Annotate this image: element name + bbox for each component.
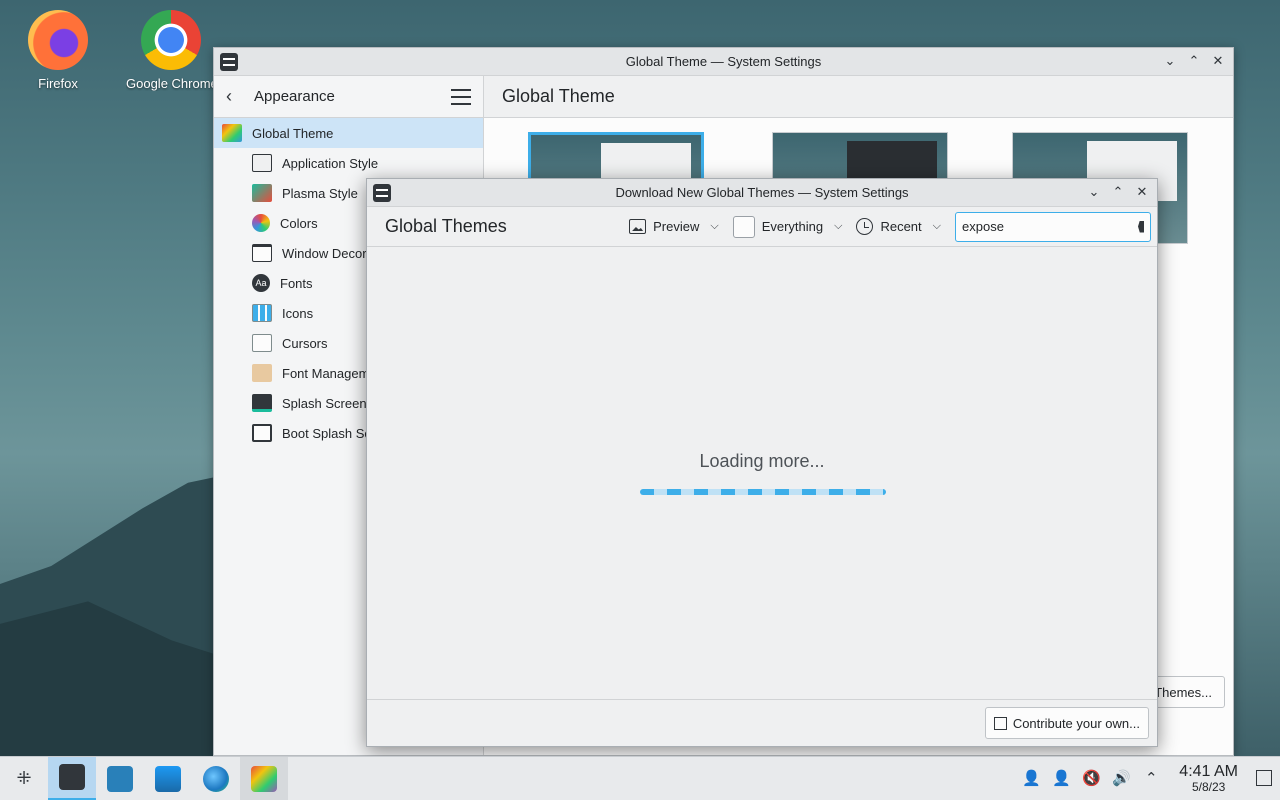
clear-text-icon[interactable]	[1138, 220, 1144, 233]
firefox-icon	[28, 10, 88, 70]
chrome-icon	[141, 10, 201, 70]
taskbar: ⁜ 👤 👤 🔇 🔊 ⌃ 4:41 AM 5/8/23	[0, 756, 1280, 800]
discover-store-icon	[107, 765, 133, 792]
clock-icon	[856, 218, 874, 235]
show-desktop-icon[interactable]	[1256, 770, 1272, 787]
clock-time: 4:41 AM	[1179, 762, 1238, 780]
dialog-window-title: Download New Global Themes — System Sett…	[615, 185, 909, 200]
taskbar-item-discover[interactable]	[96, 757, 144, 800]
image-icon	[629, 219, 647, 234]
content-title: Global Theme	[484, 76, 1233, 118]
sidebar-header: ‹ Appearance	[214, 76, 483, 118]
sidebar-item-label: Application Style	[282, 155, 379, 171]
chevron-down-icon: ⌄	[1164, 53, 1176, 68]
chevron-down-icon: ⌵	[834, 220, 843, 232]
contribute-label: Contribute your own...	[1012, 715, 1140, 731]
color-wheel-icon	[252, 214, 270, 232]
font-management-icon	[252, 364, 272, 382]
back-arrow-icon[interactable]: ‹	[226, 86, 248, 107]
sidebar-item-label: Splash Screen	[282, 395, 367, 411]
close-icon: ✕	[1212, 53, 1224, 68]
desktop-icon-firefox[interactable]: Firefox	[10, 10, 106, 91]
application-launcher[interactable]: ⁜	[0, 757, 48, 800]
dialog-toolbar: Global Themes Preview ⌵ Everything ⌵ Rec…	[367, 207, 1157, 247]
hamburger-menu-icon[interactable]	[451, 88, 471, 105]
taskbar-item-dolphin[interactable]	[144, 757, 192, 800]
sidebar-item-application-style[interactable]: Application Style	[214, 148, 483, 178]
sidebar-item-label: Fonts	[280, 275, 313, 291]
chevron-up-icon: ⌃	[1112, 184, 1124, 199]
filter-label: Everything	[761, 219, 824, 234]
sidebar-item-label: Cursors	[282, 335, 328, 351]
volume-icon[interactable]: 🔊	[1111, 768, 1131, 788]
taskbar-item-kvantum[interactable]	[240, 756, 288, 800]
close-button[interactable]: ✕	[1209, 52, 1227, 70]
desktop-icon-label: Firefox	[38, 76, 78, 91]
system-tray: 👤 👤 🔇 🔊 ⌃ 4:41 AM 5/8/23	[1021, 762, 1280, 794]
taskbar-item-browser[interactable]	[192, 757, 240, 800]
minimize-button[interactable]: ⌄	[1161, 52, 1179, 70]
brush-icon	[252, 154, 272, 172]
dialog-close-button[interactable]: ✕	[1133, 183, 1151, 201]
themes-list-area: Loading more...	[367, 247, 1157, 699]
search-box[interactable]	[955, 211, 1151, 242]
checkbox-icon	[732, 215, 755, 238]
splash-screen-icon	[252, 394, 272, 412]
sidebar-item-label: Plasma Style	[282, 185, 358, 201]
user-switch-icon[interactable]: 👤	[1051, 768, 1071, 788]
folder-icon	[155, 765, 181, 792]
system-settings-icon	[59, 764, 85, 790]
monitor-icon	[252, 424, 272, 442]
maximize-button[interactable]: ⌃	[1185, 52, 1203, 70]
main-window-title: Global Theme — System Settings	[625, 54, 822, 69]
cursor-icon	[252, 334, 272, 352]
dialog-footer: Contribute your own...	[367, 699, 1157, 746]
sidebar-item-global-theme[interactable]: Global Theme	[214, 118, 483, 148]
sidebar-item-label: Global Theme	[252, 125, 334, 141]
global-theme-icon	[222, 124, 242, 142]
upload-image-icon	[993, 716, 1007, 730]
sidebar-item-label: Icons	[282, 305, 314, 321]
icons-icon	[252, 304, 272, 322]
dialog-heading: Global Themes	[385, 216, 507, 236]
close-icon: ✕	[1136, 184, 1148, 199]
loading-message: Loading more...	[699, 451, 825, 471]
search-input[interactable]	[962, 219, 1138, 234]
sort-dropdown[interactable]: Recent ⌵	[856, 218, 941, 235]
clock-date: 5/8/23	[1191, 779, 1226, 794]
window-decoration-icon	[252, 244, 272, 262]
user-icon[interactable]: 👤	[1021, 768, 1041, 788]
contribute-button[interactable]: Contribute your own...	[984, 707, 1149, 739]
digital-clock[interactable]: 4:41 AM 5/8/23	[1171, 762, 1246, 794]
settings-app-icon[interactable]	[373, 184, 391, 202]
dialog-minimize-button[interactable]: ⌄	[1085, 183, 1103, 201]
sidebar-item-label: Colors	[280, 215, 318, 231]
fonts-icon: Aa	[252, 274, 270, 292]
sort-label: Recent	[880, 219, 922, 234]
chevron-down-icon: ⌵	[932, 220, 941, 232]
plasma-style-icon	[252, 184, 272, 202]
kvantum-icon	[251, 765, 277, 792]
filter-dropdown[interactable]: Everything ⌵	[732, 215, 843, 238]
view-mode-dropdown[interactable]: Preview ⌵	[629, 219, 719, 234]
chevron-down-icon: ⌵	[710, 220, 719, 232]
globe-icon	[203, 765, 229, 792]
download-themes-dialog: Download New Global Themes — System Sett…	[366, 178, 1158, 747]
launcher-icon: ⁜	[16, 768, 32, 788]
dialog-maximize-button[interactable]: ⌃	[1109, 183, 1127, 201]
dialog-titlebar[interactable]: Download New Global Themes — System Sett…	[367, 179, 1157, 207]
chevron-down-icon: ⌄	[1088, 184, 1100, 199]
chevron-up-icon: ⌃	[1188, 53, 1200, 68]
chevron-up-icon[interactable]: ⌃	[1141, 768, 1161, 788]
sidebar-title: Appearance	[254, 88, 335, 105]
view-mode-label: Preview	[653, 219, 700, 234]
desktop-icon-label: Google Chrome	[126, 76, 216, 91]
desktop-icon-chrome[interactable]: Google Chrome	[126, 10, 216, 91]
settings-app-icon[interactable]	[220, 53, 238, 71]
main-titlebar[interactable]: Global Theme — System Settings ⌄ ⌃ ✕	[214, 48, 1233, 76]
mute-icon[interactable]: 🔇	[1081, 768, 1101, 788]
loading-progress-bar	[640, 489, 886, 495]
taskbar-item-system-settings[interactable]	[48, 756, 96, 800]
